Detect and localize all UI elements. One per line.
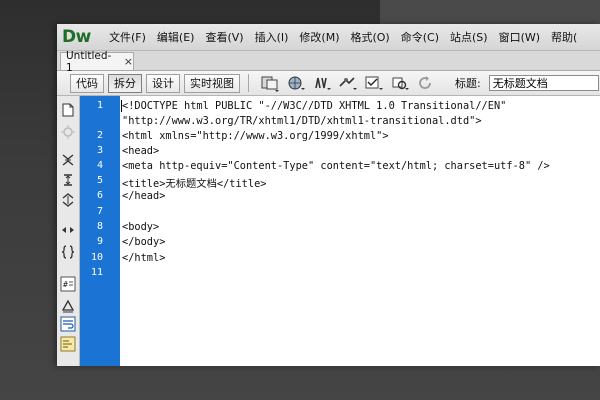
toolbar-divider [248,74,249,92]
split-view-button[interactable]: 拆分 [108,73,142,93]
document-title-input[interactable] [488,75,599,91]
code-line: </body> [122,236,166,248]
line-number: 7 [96,206,103,217]
line-number: 3 [96,145,103,156]
code-line: "http://www.w3.org/TR/xhtml1/DTD/xhtml1-… [122,115,482,127]
code-line: </html> [122,252,166,264]
code-line: <!DOCTYPE html PUBLIC "-//W3C//DTD XHTML… [122,100,507,112]
visual-aids-icon[interactable] [337,73,359,93]
menu-help[interactable]: 帮助( [551,29,577,45]
syntax-coloring-icon[interactable] [59,336,77,352]
line-number: 9 [96,236,103,247]
svg-text:#: # [63,280,68,289]
check-compat-icon[interactable] [389,73,411,93]
menu-view[interactable]: 查看(V) [205,29,243,45]
code-line: <head> [122,145,160,157]
menu-site[interactable]: 站点(S) [450,29,488,45]
word-wrap-icon[interactable] [59,316,77,332]
document-toolbar: 代码 拆分 设计 实时视图 标题: [57,71,600,96]
validate-markup-icon[interactable] [363,73,385,93]
line-numbers-icon[interactable]: # [59,276,77,292]
code-view-button[interactable]: 代码 [70,73,104,93]
code-line: <title>无标题文档</title> [122,178,267,190]
code-line: <meta http-equiv="Content-Type" content=… [122,160,550,172]
collapse-tag-icon[interactable] [59,152,77,168]
line-number: 5 [96,175,103,186]
select-parent-icon[interactable] [59,222,77,238]
line-number: 1 [96,100,103,111]
collapse-selection-icon[interactable] [59,172,77,188]
app-logo: Dw [62,27,91,47]
line-number: 6 [96,190,103,201]
expand-all-icon[interactable] [59,192,77,208]
menu-window[interactable]: 窗口(W) [499,29,540,45]
dreamweaver-window: Dw 文件(F) 编辑(E) 查看(V) 插入(I) 修改(M) 格式(O) 命… [57,24,600,366]
document-title-label: 标题: [455,77,481,90]
balance-braces-icon[interactable] [59,244,77,260]
code-line: </head> [122,190,166,202]
code-line: <body> [122,221,160,233]
line-number: 4 [96,160,103,171]
menu-commands[interactable]: 命令(C) [401,29,439,45]
document-tab-bar: Untitled-1 × [57,50,600,74]
line-number: 11 [90,267,103,278]
live-view-button[interactable]: 实时视图 [184,73,240,93]
code-line: <html xmlns="http://www.w3.org/1999/xhtm… [122,130,389,142]
coding-toolbar: # [57,96,80,366]
line-number: 8 [96,221,103,232]
open-documents-icon[interactable] [59,102,77,118]
show-code-navigator-icon[interactable] [59,124,77,140]
highlight-invalid-icon[interactable] [59,298,77,314]
document-tab[interactable]: Untitled-1 × [60,50,134,74]
close-icon[interactable]: × [124,55,133,68]
background-shape [380,0,600,26]
code-editor[interactable]: <!DOCTYPE html PUBLIC "-//W3C//DTD XHTML… [120,96,600,366]
line-number: 10 [90,252,103,263]
menu-edit[interactable]: 编辑(E) [157,29,195,45]
menu-modify[interactable]: 修改(M) [299,29,339,45]
refresh-icon[interactable] [415,73,437,93]
line-number: 2 [96,130,103,141]
menu-format[interactable]: 格式(O) [350,29,389,45]
line-number-gutter: 1 2 3 4 5 6 7 8 9 10 11 [80,96,120,366]
design-view-button[interactable]: 设计 [146,73,180,93]
preview-globe-icon[interactable] [285,73,307,93]
menu-bar: Dw 文件(F) 编辑(E) 查看(V) 插入(I) 修改(M) 格式(O) 命… [57,24,600,51]
menu-insert[interactable]: 插入(I) [255,29,289,45]
document-tab-label: Untitled-1 [66,49,112,74]
file-management-icon[interactable] [259,73,281,93]
menu-file[interactable]: 文件(F) [109,29,146,45]
debug-icon[interactable] [311,73,333,93]
